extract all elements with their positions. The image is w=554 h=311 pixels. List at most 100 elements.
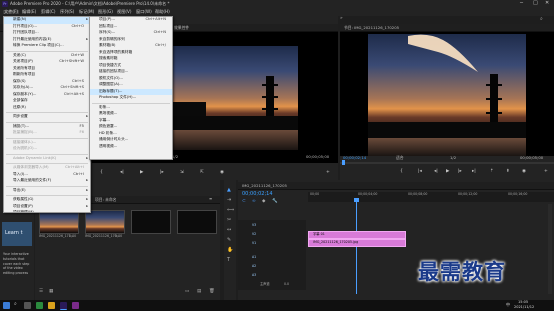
program-duration: 00;00;05;00 bbox=[520, 155, 544, 160]
file-menu-item[interactable]: 还原(R) bbox=[4, 105, 90, 112]
menu-view[interactable]: 视图(V) bbox=[117, 9, 132, 14]
file-explorer-icon[interactable] bbox=[48, 302, 55, 309]
snap-icon[interactable]: ⊂ bbox=[242, 199, 246, 205]
close-button[interactable]: ✕ bbox=[545, 1, 549, 6]
timeline-sequence-tab[interactable]: IMG_20211126_170205 bbox=[242, 183, 287, 188]
menu-sequence[interactable]: 序列(S) bbox=[60, 9, 74, 14]
ripple-edit-tool-icon[interactable]: ⟺ bbox=[227, 208, 234, 213]
export-frame-icon[interactable]: ◉ bbox=[220, 170, 224, 176]
export-frame-icon[interactable]: ◉ bbox=[522, 169, 526, 175]
file-menu-item[interactable]: 项目管理(M)... bbox=[4, 210, 90, 212]
icon-view-icon[interactable]: ▦ bbox=[49, 289, 53, 295]
playhead-handle[interactable] bbox=[354, 198, 359, 202]
track-label-v3[interactable]: V3 bbox=[252, 223, 256, 227]
track-label-v1[interactable]: V1 bbox=[252, 241, 256, 245]
taskbar-date[interactable]: 2021/11/12 bbox=[514, 305, 534, 310]
new-submenu-item[interactable]: 透明视频... bbox=[90, 144, 172, 151]
program-ratio-select[interactable]: 1/2 bbox=[450, 156, 456, 160]
play-icon[interactable]: ▶ bbox=[446, 169, 449, 175]
maximize-button[interactable]: □ bbox=[533, 1, 538, 6]
timeline-timecode[interactable]: 00;00;02;14 bbox=[242, 192, 273, 197]
overwrite-icon[interactable]: ⇱ bbox=[200, 170, 204, 176]
menu-edit[interactable]: 编辑(E) bbox=[22, 9, 36, 14]
track-label-a2[interactable]: A2 bbox=[252, 264, 256, 268]
type-tool-icon[interactable]: T bbox=[227, 258, 230, 263]
timeline-ruler[interactable]: 00;00 00;00;04;00 00;00;08;00 00;00;12;0… bbox=[308, 192, 554, 202]
file-menu-item[interactable]: 导入最近使用的文件(F) ▸ bbox=[4, 178, 90, 185]
tools-panel: ▲ ⇥ ⟺ ✂ ↔ ✎ ✋ T bbox=[224, 180, 236, 300]
menu-item-shortcut: Ctrl+S bbox=[72, 78, 84, 83]
minimize-button[interactable]: ─ bbox=[520, 1, 523, 6]
task-view-icon[interactable] bbox=[24, 302, 31, 309]
image-clip[interactable]: IMG_20211126_170205.jpg bbox=[308, 239, 406, 247]
file-menu-item[interactable]: 导出(E) ▸ bbox=[4, 188, 90, 195]
menu-help[interactable]: 帮助(H) bbox=[155, 9, 170, 14]
project-item-thumbnail[interactable] bbox=[131, 210, 171, 234]
linked-selection-icon[interactable]: ∞ bbox=[252, 199, 256, 205]
premiere-taskbar-icon[interactable] bbox=[60, 302, 67, 310]
add-button-icon[interactable]: + bbox=[326, 170, 330, 176]
add-marker-icon[interactable]: ◆ bbox=[262, 199, 265, 205]
input-language[interactable]: 中 bbox=[506, 303, 510, 307]
file-menu-item[interactable]: 转换 Premiere Clip 项目(C)... bbox=[4, 43, 90, 50]
track-label-a3[interactable]: A3 bbox=[252, 273, 256, 277]
program-monitor-tab[interactable]: 节目: IMG_20211126_170205 bbox=[344, 25, 399, 30]
menu-item-label: 转换 Premiere Clip 项目(C)... bbox=[13, 43, 64, 48]
new-bin-icon[interactable]: ▭ bbox=[185, 289, 189, 295]
track-label-v2[interactable]: V2 bbox=[252, 232, 256, 236]
go-to-in-icon[interactable]: |◂ bbox=[418, 169, 422, 175]
step-forward-icon[interactable]: |▸ bbox=[160, 170, 164, 176]
mark-in-icon[interactable]: { bbox=[100, 170, 103, 176]
new-item-icon[interactable]: ▤ bbox=[197, 289, 201, 295]
lift-icon[interactable]: ⇡ bbox=[490, 169, 494, 175]
selection-tool-icon[interactable]: ▲ bbox=[227, 188, 231, 193]
menu-clip[interactable]: 剪辑(C) bbox=[41, 9, 56, 14]
project-item-thumbnail[interactable] bbox=[85, 210, 125, 234]
more-workspaces-icon[interactable]: » bbox=[340, 16, 343, 22]
search-icon[interactable]: ⌕ bbox=[540, 17, 543, 22]
menu-marker[interactable]: 标记(M) bbox=[79, 9, 94, 14]
program-fit-select[interactable]: 适合 bbox=[396, 156, 404, 160]
title-clip[interactable]: 字幕 01 bbox=[308, 231, 406, 239]
search-icon[interactable]: ⌕ bbox=[14, 302, 17, 307]
step-back-icon[interactable]: ◂| bbox=[120, 170, 124, 176]
menu-separator bbox=[6, 153, 88, 155]
timeline-settings-icon[interactable]: 🔧 bbox=[272, 199, 278, 205]
menu-window[interactable]: 窗口(W) bbox=[136, 9, 152, 14]
program-scrubber[interactable] bbox=[340, 160, 554, 165]
master-volume[interactable]: 0.0 bbox=[284, 282, 289, 286]
start-icon[interactable] bbox=[3, 302, 10, 309]
hand-tool-icon[interactable]: ✋ bbox=[227, 248, 233, 253]
new-submenu-item[interactable]: Photoshop 文件(H)... bbox=[90, 95, 172, 102]
panel-menu-icon[interactable]: ≡ bbox=[209, 197, 212, 201]
razor-tool-icon[interactable]: ✂ bbox=[227, 218, 231, 223]
program-timecode[interactable]: 00;00;02;14 bbox=[343, 156, 366, 160]
menu-file[interactable]: 文件(F) bbox=[3, 9, 20, 14]
slip-tool-icon[interactable]: ↔ bbox=[227, 228, 231, 233]
step-back-icon[interactable]: ◂| bbox=[434, 169, 438, 175]
file-menu-item[interactable]: 同步设置 ▸ bbox=[4, 114, 90, 121]
list-view-icon[interactable]: ☰ bbox=[39, 289, 43, 295]
add-button-icon[interactable]: + bbox=[544, 169, 548, 175]
project-item-thumbnail[interactable] bbox=[39, 210, 79, 234]
insert-icon[interactable]: ⇲ bbox=[180, 170, 184, 176]
learn-tutorial-card[interactable]: Learn t bbox=[2, 222, 32, 246]
menu-graphics[interactable]: 图形(G) bbox=[98, 9, 113, 14]
mark-in-icon[interactable]: { bbox=[400, 169, 403, 175]
app-icon[interactable] bbox=[72, 302, 79, 309]
step-forward-icon[interactable]: |▸ bbox=[458, 169, 462, 175]
track-select-tool-icon[interactable]: ⇥ bbox=[227, 198, 231, 203]
timeline-scrollbar[interactable] bbox=[548, 204, 552, 294]
program-playhead[interactable] bbox=[342, 160, 345, 165]
go-to-out-icon[interactable]: ▸| bbox=[472, 169, 476, 175]
pen-tool-icon[interactable]: ✎ bbox=[227, 238, 231, 243]
project-item-thumbnail[interactable] bbox=[177, 210, 217, 234]
taskbar-time[interactable]: 15:05 bbox=[518, 300, 528, 305]
play-icon[interactable]: ▶ bbox=[140, 170, 143, 176]
effect-controls-tab[interactable]: 效果控件 bbox=[174, 25, 189, 30]
track-label-a1[interactable]: A1 bbox=[252, 255, 256, 259]
browser-icon[interactable] bbox=[36, 302, 43, 309]
clear-icon[interactable]: 🗑 bbox=[209, 289, 215, 295]
project-tab[interactable]: 项目: 未命名 bbox=[95, 197, 116, 202]
extract-icon[interactable]: ⇞ bbox=[506, 169, 510, 175]
